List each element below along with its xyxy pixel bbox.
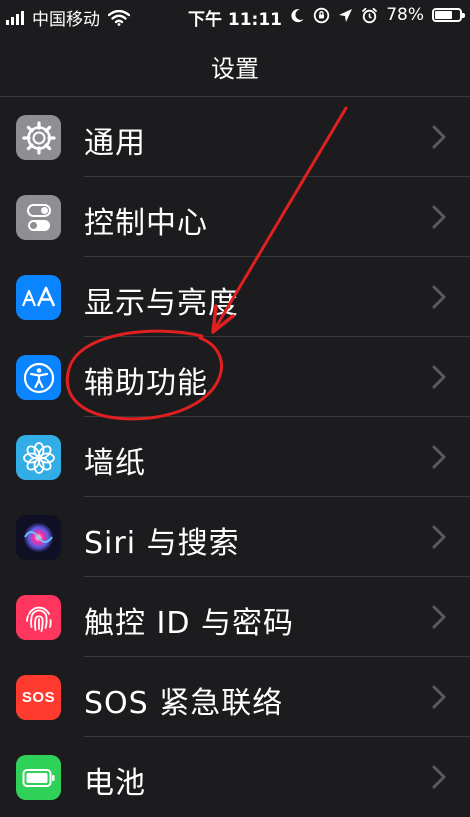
toggles-icon	[16, 195, 61, 240]
settings-item-emergency-sos[interactable]: SOS SOS 紧急联络	[0, 657, 470, 737]
gear-icon	[16, 115, 61, 160]
chevron-right-icon	[432, 765, 446, 789]
settings-item-control-center[interactable]: 控制中心	[0, 177, 470, 257]
settings-item-label: 控制中心	[84, 206, 208, 241]
settings-item-display-brightness[interactable]: 显示与亮度	[0, 257, 470, 337]
alarm-icon	[362, 7, 378, 23]
settings-item-wallpaper[interactable]: 墙纸	[0, 417, 470, 497]
chevron-right-icon	[432, 365, 446, 389]
settings-item-label: 显示与亮度	[84, 286, 239, 321]
settings-item-label: 触控 ID 与密码	[84, 606, 295, 641]
accessibility-icon	[16, 355, 61, 400]
chevron-right-icon	[432, 525, 446, 549]
chevron-right-icon	[432, 445, 446, 469]
settings-item-battery[interactable]: 电池	[0, 737, 470, 817]
chevron-right-icon	[432, 285, 446, 309]
settings-item-general[interactable]: 通用	[0, 97, 470, 177]
settings-item-label: 通用	[84, 126, 146, 161]
status-bar: 中国移动 下午 11:11 78%	[0, 0, 470, 32]
settings-item-label: Siri 与搜索	[84, 526, 240, 561]
siri-icon	[16, 515, 61, 560]
settings-item-label: SOS 紧急联络	[84, 686, 284, 721]
battery-app-icon	[16, 755, 61, 800]
settings-item-accessibility[interactable]: 辅助功能	[0, 337, 470, 417]
navigation-bar: 设置	[0, 32, 470, 97]
status-right: 78%	[290, 5, 465, 25]
battery-percent: 78%	[386, 5, 424, 25]
chevron-right-icon	[432, 205, 446, 229]
orientation-lock-icon	[314, 7, 330, 23]
text-size-icon	[16, 275, 61, 320]
settings-item-siri-search[interactable]: Siri 与搜索	[0, 497, 470, 577]
sos-icon: SOS	[16, 675, 61, 720]
settings-item-label: 电池	[84, 766, 146, 801]
moon-icon	[291, 8, 304, 22]
battery-icon	[432, 8, 465, 22]
location-icon	[339, 8, 353, 22]
chevron-right-icon	[432, 605, 446, 629]
sos-icon-text: SOS	[21, 689, 56, 706]
chevron-right-icon	[432, 685, 446, 709]
settings-item-label: 墙纸	[84, 446, 146, 481]
page-title: 设置	[211, 55, 259, 83]
flower-icon	[16, 435, 61, 480]
chevron-right-icon	[432, 125, 446, 149]
fingerprint-icon	[16, 595, 61, 640]
battery-fill	[435, 11, 453, 19]
settings-item-touch-id-passcode[interactable]: 触控 ID 与密码	[0, 577, 470, 657]
settings-item-label: 辅助功能	[84, 366, 208, 401]
settings-list: 通用 控制中心 显示与亮度 辅助功能 墙纸 Siri 与搜索 触控 ID 与密码…	[0, 97, 470, 817]
